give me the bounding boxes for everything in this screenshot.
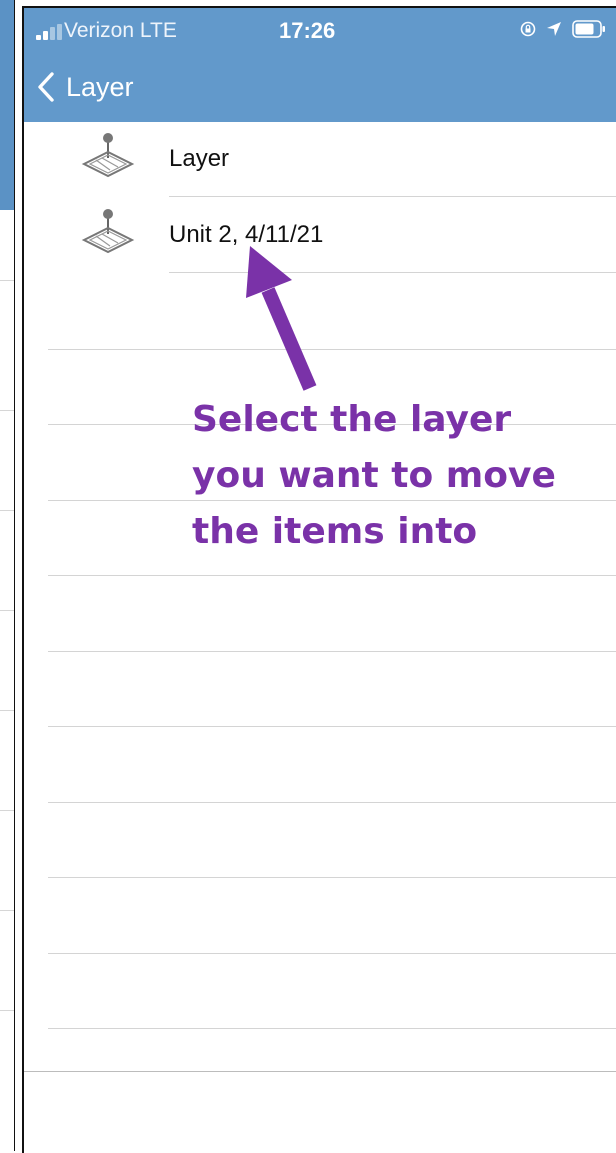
background-screen-edge bbox=[0, 0, 15, 1151]
layer-row[interactable]: Layer bbox=[24, 122, 616, 197]
rotation-lock-icon bbox=[520, 21, 536, 37]
annotation-line: Select the layer bbox=[192, 399, 512, 440]
bottom-toolbar-divider bbox=[24, 1071, 616, 1072]
row-separator bbox=[48, 953, 616, 954]
background-separator bbox=[0, 610, 14, 611]
annotation-line: you want to move bbox=[192, 455, 556, 496]
chevron-left-icon bbox=[38, 72, 54, 102]
row-separator bbox=[48, 651, 616, 652]
background-separator bbox=[0, 1010, 14, 1011]
status-icons bbox=[520, 20, 606, 38]
map-layer-icon bbox=[81, 209, 135, 254]
phone-screen: Verizon LTE 17:26 Layer Layer Unit 2, 4/… bbox=[22, 6, 616, 1153]
row-separator bbox=[48, 575, 616, 576]
annotation-arrow-icon bbox=[246, 246, 317, 391]
row-separator bbox=[48, 726, 616, 727]
row-separator bbox=[48, 1028, 616, 1029]
back-button-label: Layer bbox=[66, 71, 134, 102]
background-separator bbox=[0, 280, 14, 281]
status-bar: Verizon LTE 17:26 bbox=[24, 8, 616, 56]
row-separator bbox=[169, 196, 616, 197]
layer-label: Layer bbox=[169, 145, 230, 172]
map-layer-icon bbox=[81, 133, 135, 178]
signal-strength-icon bbox=[36, 24, 66, 40]
background-separator bbox=[0, 810, 14, 811]
battery-icon bbox=[572, 20, 605, 38]
carrier-label: Verizon LTE bbox=[64, 19, 177, 42]
row-separator bbox=[48, 877, 616, 878]
background-separator bbox=[0, 410, 14, 411]
location-arrow-icon bbox=[547, 22, 561, 36]
navigation-bar: Layer bbox=[24, 56, 616, 122]
background-separator bbox=[0, 710, 14, 711]
clock-time: 17:26 bbox=[279, 18, 336, 43]
row-separator bbox=[48, 802, 616, 803]
back-button[interactable]: Layer bbox=[36, 71, 134, 103]
background-separator bbox=[0, 910, 14, 911]
annotation-line: the items into bbox=[192, 511, 478, 552]
background-separator bbox=[0, 510, 14, 511]
background-header bbox=[0, 0, 14, 210]
annotation-callout: Select the layer you want to move the it… bbox=[192, 392, 612, 560]
